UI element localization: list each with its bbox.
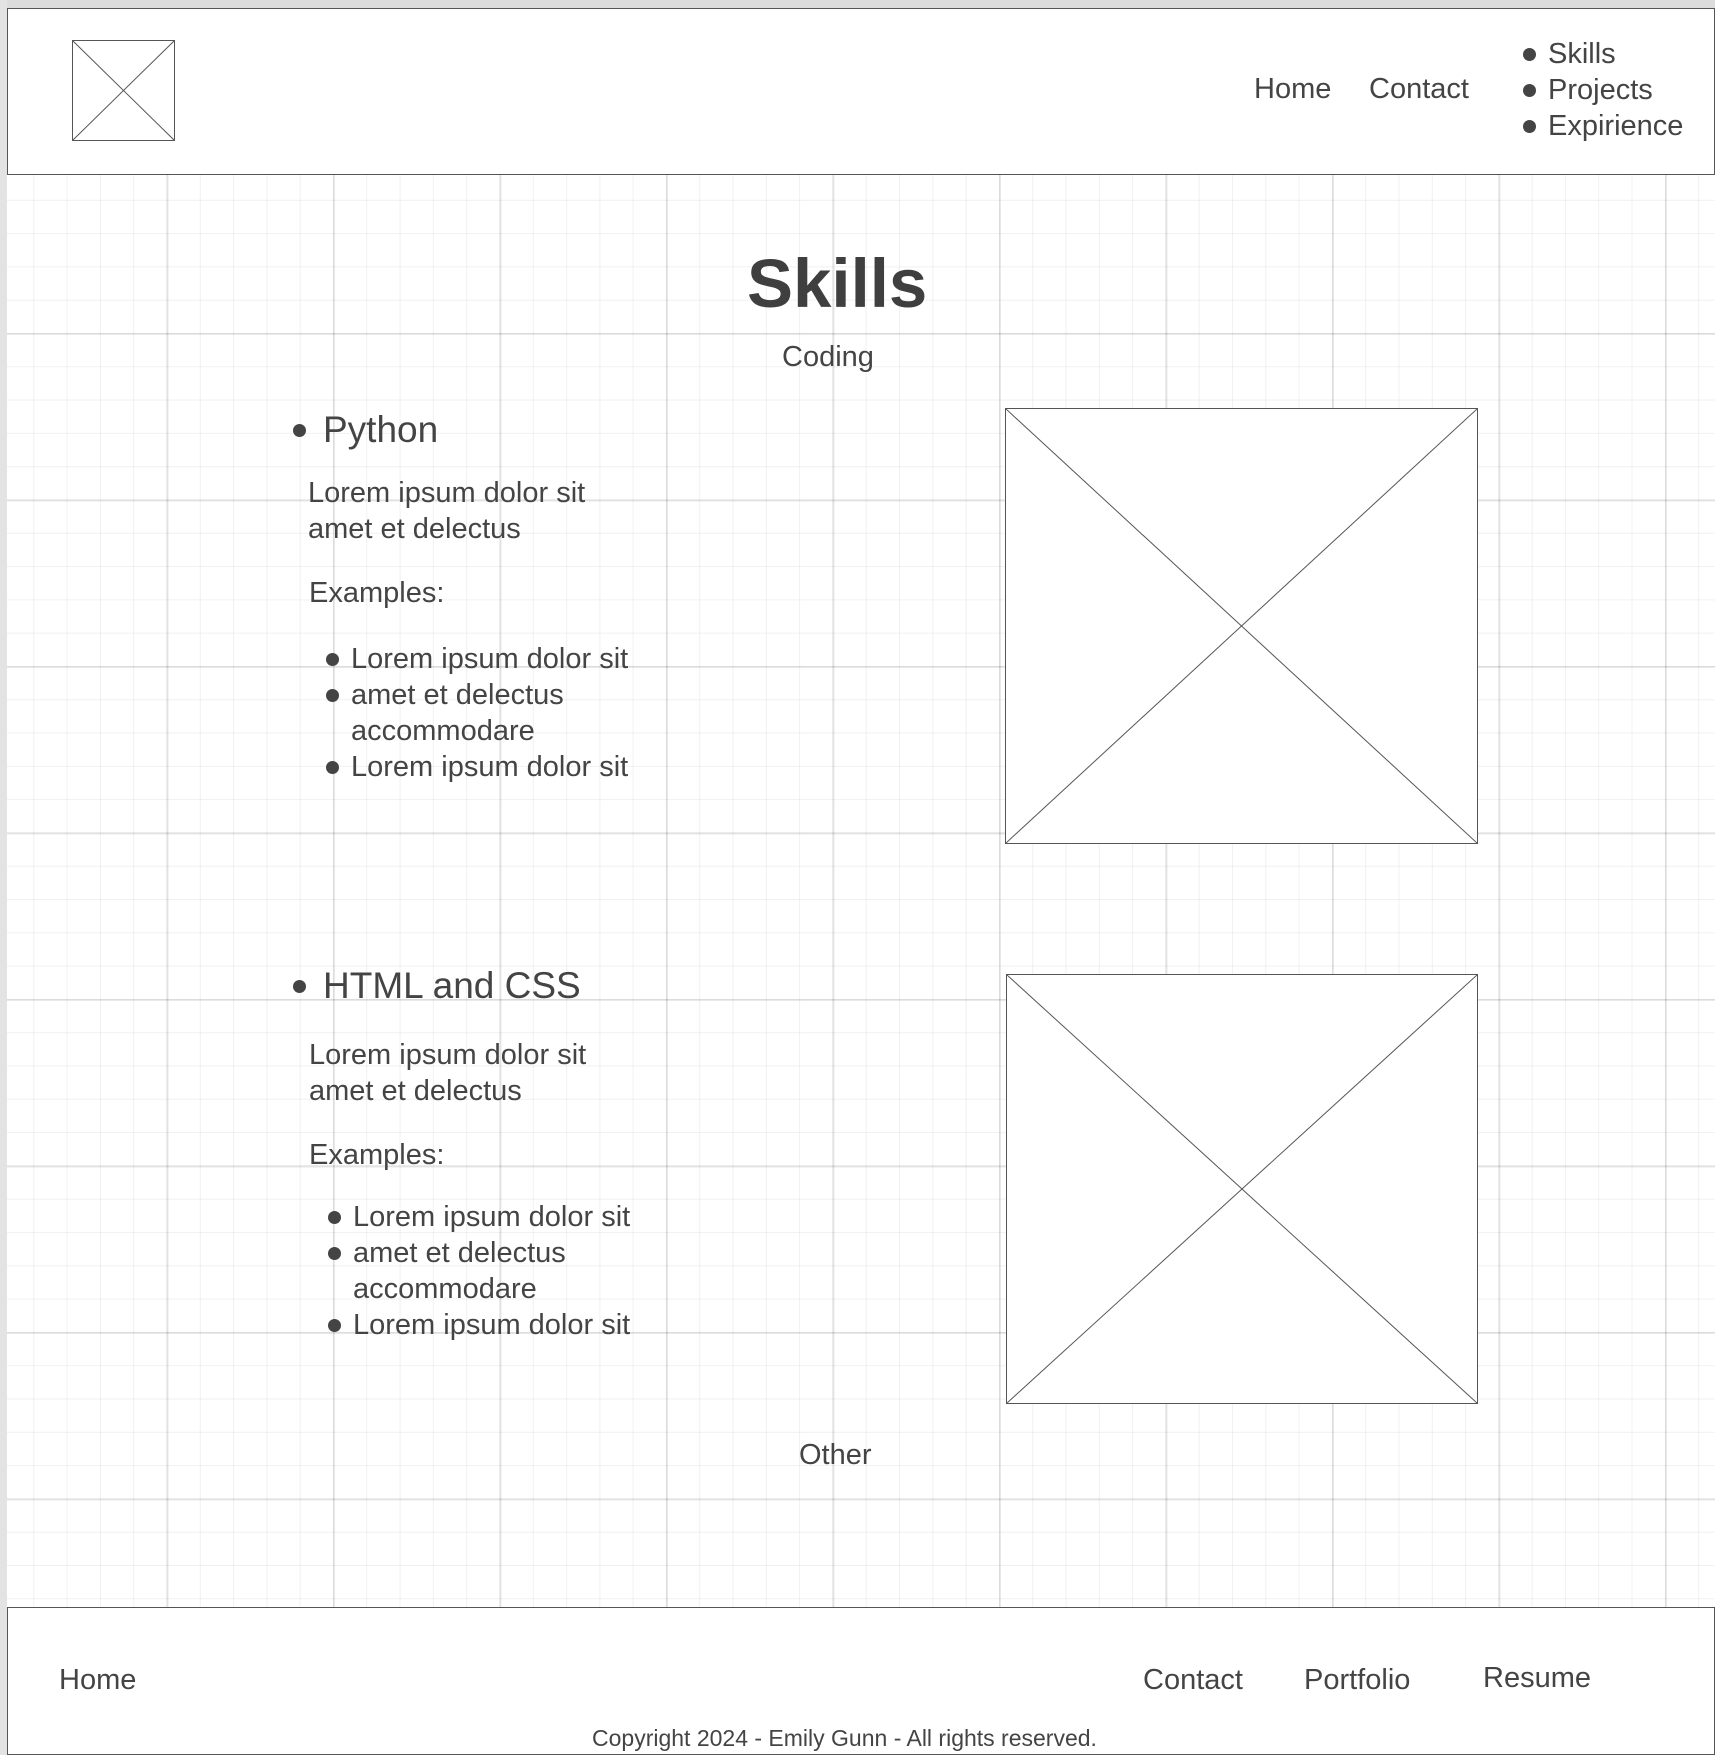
nav-section-menu: Skills Projects Expirience bbox=[1523, 36, 1683, 144]
page-title: Skills bbox=[747, 245, 928, 322]
other-section-label: Other bbox=[799, 1439, 872, 1471]
left-edge bbox=[0, 0, 7, 1755]
skill-title-python: Python bbox=[293, 408, 438, 452]
coding-section-label: Coding bbox=[782, 341, 874, 373]
nav-home-link[interactable]: Home bbox=[1254, 72, 1331, 106]
footer-contact-link[interactable]: Contact bbox=[1143, 1663, 1243, 1697]
footer-portfolio-link[interactable]: Portfolio bbox=[1304, 1663, 1410, 1697]
footer-home-link[interactable]: Home bbox=[59, 1663, 136, 1697]
html-css-description-line-2: amet et delectus bbox=[309, 1075, 522, 1107]
list-item: Lorem ipsum dolor sit bbox=[326, 749, 628, 785]
python-description-line-1: Lorem ipsum dolor sit bbox=[308, 477, 586, 509]
menu-item-skills[interactable]: Skills bbox=[1523, 36, 1683, 72]
html-css-examples-label: Examples: bbox=[309, 1139, 445, 1171]
list-item: Lorem ipsum dolor sit bbox=[328, 1199, 630, 1235]
python-image-placeholder[interactable] bbox=[1005, 408, 1478, 844]
image-placeholder-icon bbox=[73, 41, 174, 140]
logo-image-placeholder[interactable] bbox=[72, 40, 175, 141]
image-placeholder-icon bbox=[1006, 409, 1477, 843]
image-placeholder-icon bbox=[1007, 975, 1477, 1403]
list-item: Lorem ipsum dolor sit bbox=[328, 1307, 630, 1343]
list-item: amet et delectus bbox=[328, 1235, 630, 1271]
skill-heading-python: Python bbox=[293, 408, 438, 452]
html-css-image-placeholder[interactable] bbox=[1006, 974, 1478, 1404]
menu-item-projects[interactable]: Projects bbox=[1523, 72, 1683, 108]
python-examples-list: Lorem ipsum dolor sit amet et delectus a… bbox=[326, 641, 628, 785]
nav-contact-link[interactable]: Contact bbox=[1369, 72, 1469, 106]
list-item-continuation: accommodare bbox=[351, 715, 535, 747]
python-examples-label: Examples: bbox=[309, 577, 445, 609]
html-css-description-line-1: Lorem ipsum dolor sit bbox=[309, 1039, 587, 1071]
skill-heading-html-css: HTML and CSS bbox=[293, 964, 581, 1008]
top-edge bbox=[0, 0, 1715, 8]
menu-item-expirience[interactable]: Expirience bbox=[1523, 108, 1683, 144]
footer-copyright: Copyright 2024 - Emily Gunn - All rights… bbox=[592, 1725, 1097, 1751]
footer-resume-link[interactable]: Resume bbox=[1483, 1661, 1591, 1695]
skill-title-html-css: HTML and CSS bbox=[293, 964, 581, 1008]
python-description-line-2: amet et delectus bbox=[308, 513, 521, 545]
list-item: amet et delectus bbox=[326, 677, 628, 713]
list-item: Lorem ipsum dolor sit bbox=[326, 641, 628, 677]
list-item-continuation: accommodare bbox=[353, 1273, 537, 1305]
html-css-examples-list: Lorem ipsum dolor sit amet et delectus a… bbox=[328, 1199, 630, 1343]
